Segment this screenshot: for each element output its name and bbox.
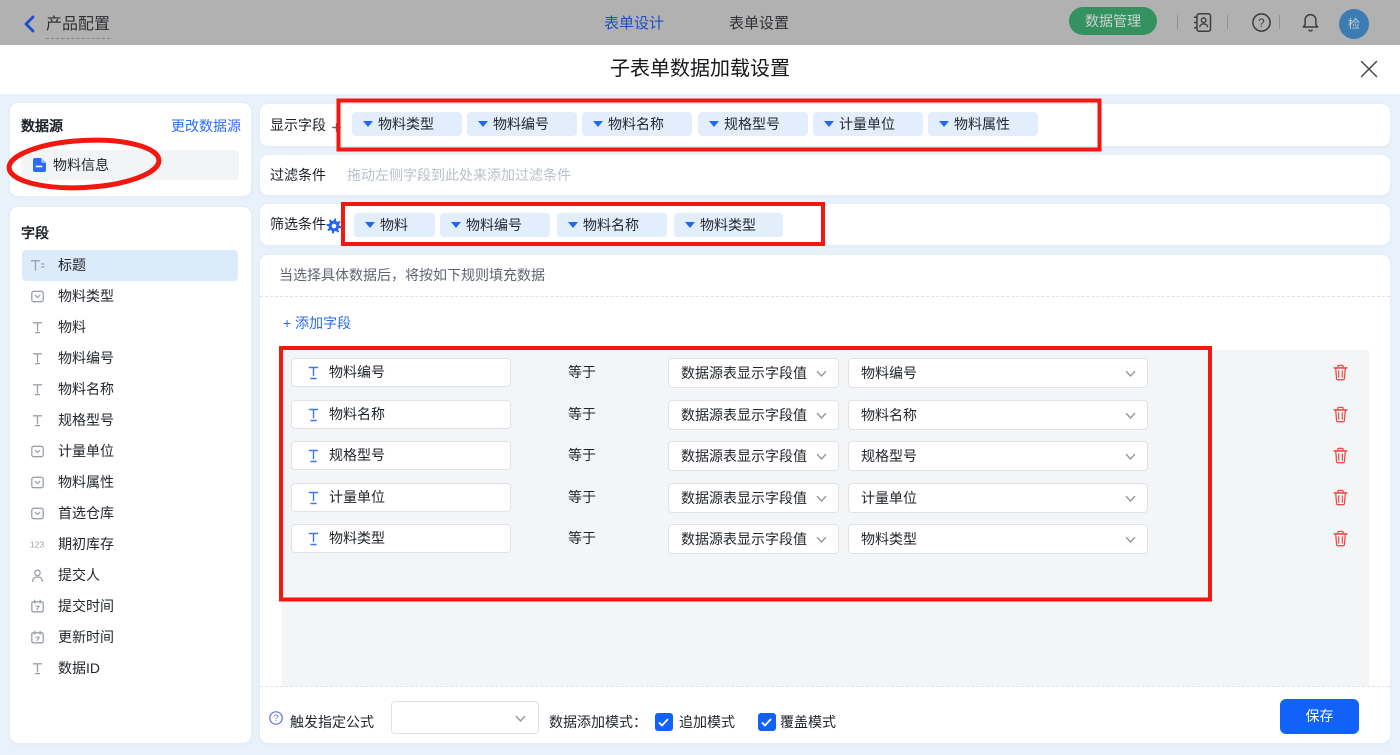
svg-text:?: ? [1258,18,1264,30]
svg-text:?: ? [273,713,278,723]
svg-text:123: 123 [30,540,44,550]
